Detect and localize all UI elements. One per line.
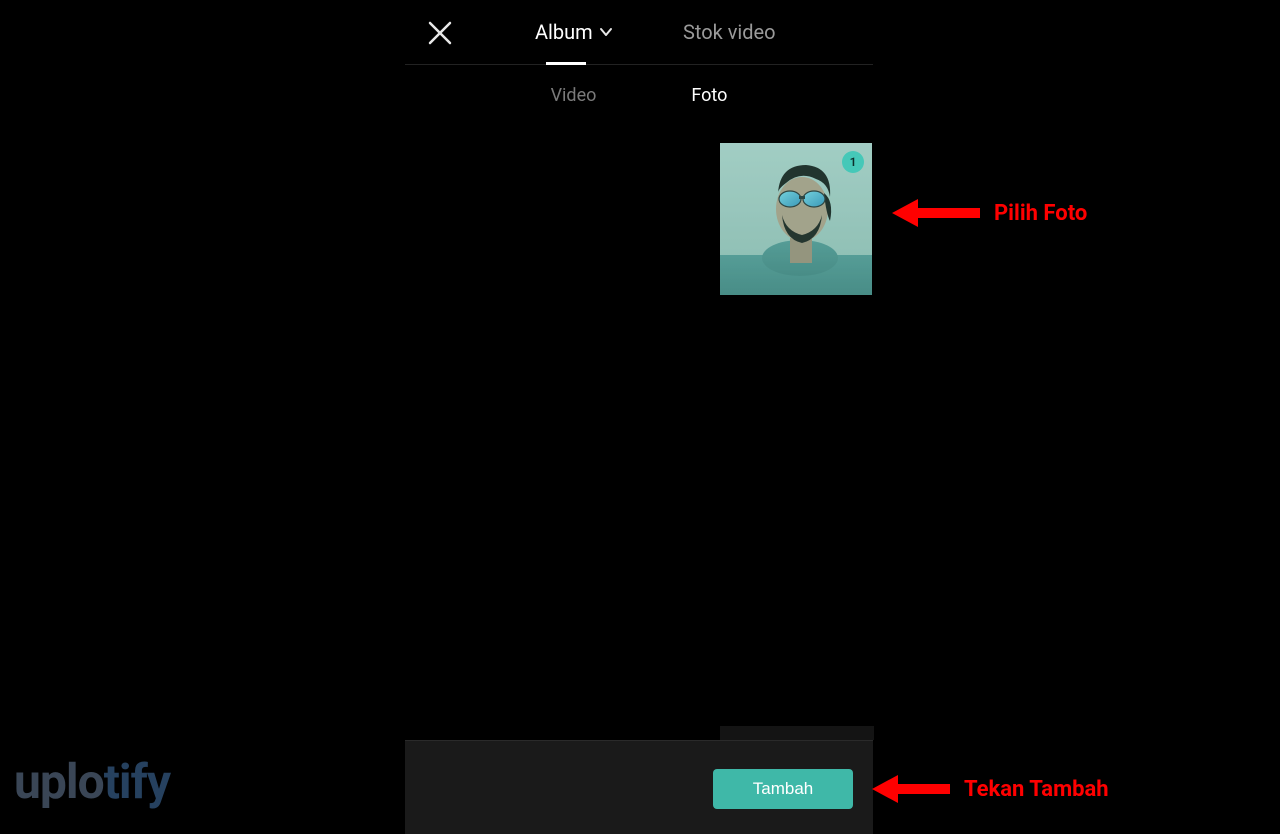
media-picker-panel: Album Stok video Video Foto	[405, 0, 873, 834]
subtab-foto[interactable]: Foto	[691, 85, 727, 106]
sub-tabs: Video Foto	[405, 65, 873, 125]
annotation-tekan-tambah: Tekan Tambah	[872, 772, 1109, 806]
photo-grid: 1	[405, 125, 873, 295]
add-button[interactable]: Tambah	[713, 769, 853, 809]
tab-stock-label: Stok video	[683, 20, 776, 44]
watermark-part1: uplo	[14, 753, 104, 810]
tab-album-label: Album	[535, 20, 593, 44]
annotation-pilih-foto: Pilih Foto	[892, 196, 1087, 230]
watermark: uplotify	[14, 753, 170, 810]
top-bar: Album Stok video	[405, 0, 873, 65]
chevron-down-icon	[599, 20, 613, 44]
annotation-label: Tekan Tambah	[964, 777, 1109, 802]
close-icon	[427, 20, 453, 46]
selection-tray-slot	[720, 726, 874, 740]
arrow-left-icon	[872, 772, 952, 806]
subtab-video[interactable]: Video	[551, 85, 597, 106]
photo-thumbnail[interactable]: 1	[720, 143, 872, 295]
tab-album[interactable]: Album	[535, 20, 613, 44]
annotation-label: Pilih Foto	[994, 201, 1087, 226]
tab-album-underline	[546, 62, 586, 65]
bottom-bar: Tambah	[405, 740, 873, 834]
arrow-left-icon	[892, 196, 982, 230]
watermark-part2: tify	[104, 753, 170, 810]
selection-badge: 1	[842, 151, 864, 173]
close-button[interactable]	[427, 20, 453, 46]
tab-stock-video[interactable]: Stok video	[683, 20, 776, 44]
